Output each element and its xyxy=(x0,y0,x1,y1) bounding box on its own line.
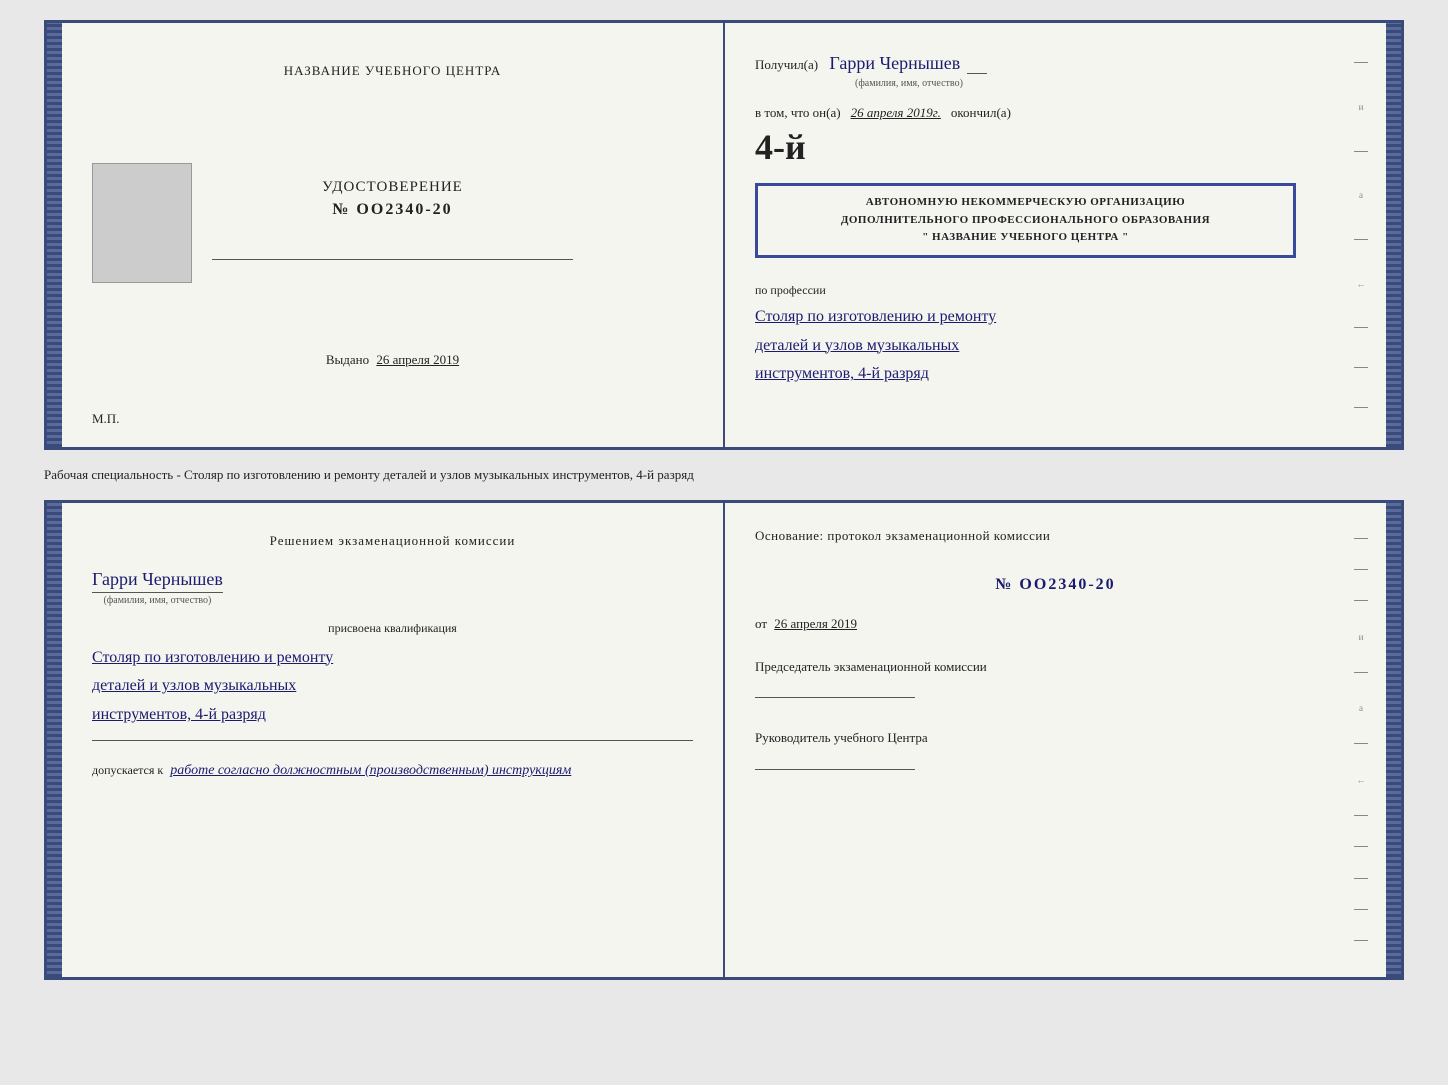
qual-line2: деталей и узлов музыкальных xyxy=(92,672,333,701)
photo-placeholder xyxy=(92,163,192,283)
decor-char-i: и xyxy=(1359,102,1364,112)
decor-char-left: ← xyxy=(1357,279,1366,289)
stamp-line3: " НАЗВАНИЕ УЧЕБНОГО ЦЕНТРА " xyxy=(770,229,1281,247)
protocol-date: 26 апреля 2019 xyxy=(774,616,857,631)
grade-big: 4-й xyxy=(755,126,806,168)
decor2-line-4 xyxy=(1354,672,1368,673)
stamp-box: АВТОНОМНУЮ НЕКОММЕРЧЕСКУЮ ОРГАНИЗАЦИЮ ДО… xyxy=(755,183,1296,258)
bottom-document: Решением экзаменационной комиссии Гарри … xyxy=(44,500,1404,980)
chair-label: Председатель экзаменационной комиссии xyxy=(755,657,1356,678)
cert-number: № OO2340-20 xyxy=(332,201,452,219)
bottom-doc-right-page: Основание: протокол экзаменационной коми… xyxy=(725,503,1386,977)
divider1 xyxy=(212,259,573,260)
received-line: Получил(а) Гарри Чернышев (фамилия, имя,… xyxy=(755,53,1356,90)
head-block: Руководитель учебного Центра xyxy=(755,728,1356,770)
profession-line1: Столяр по изготовлению и ремонту xyxy=(755,303,1356,332)
vtom-label: в том, что он(а) xyxy=(755,105,841,121)
assigned-label: присвоена квалификация xyxy=(92,621,693,636)
vtom-line: в том, что он(а) 26 апреля 2019г. окончи… xyxy=(755,105,1356,121)
grade-line: 4-й xyxy=(755,126,1356,168)
date-prefix: от xyxy=(755,616,767,631)
basis-label: Основание: протокол экзаменационной коми… xyxy=(755,523,1356,549)
decor2-line-8 xyxy=(1354,878,1368,879)
admitted-label: допускается к xyxy=(92,763,163,777)
head-label: Руководитель учебного Центра xyxy=(755,728,1356,749)
decor-line-4 xyxy=(1354,327,1368,328)
issued-line: Выдано 26 апреля 2019 xyxy=(326,352,459,368)
qual-text-block: Столяр по изготовлению и ремонту деталей… xyxy=(92,644,333,730)
binding-right-bottom xyxy=(1386,503,1401,977)
decor2-char-i: и xyxy=(1359,632,1364,642)
received-label: Получил(а) xyxy=(755,57,818,72)
finished-label: окончил(а) xyxy=(951,105,1011,121)
decor-line-1 xyxy=(1354,62,1368,63)
stamp-line2: ДОПОЛНИТЕЛЬНОГО ПРОФЕССИОНАЛЬНОГО ОБРАЗО… xyxy=(770,212,1281,230)
decor2-line-3 xyxy=(1354,600,1368,601)
protocol-number: № OO2340-20 xyxy=(995,576,1115,593)
decor2-line-10 xyxy=(1354,940,1368,941)
chair-signature xyxy=(755,697,915,698)
decor2-line-7 xyxy=(1354,846,1368,847)
caption-label: Рабочая специальность - Столяр по изгото… xyxy=(44,467,694,482)
admitted-text: работе согласно должностным (производств… xyxy=(170,763,571,778)
decor-line-6 xyxy=(1354,407,1368,408)
qual-line3: инструментов, 4-й разряд xyxy=(92,701,333,730)
profession-line3: инструментов, 4-й разряд xyxy=(755,360,1356,389)
bottom-name-sublabel: (фамилия, имя, отчество) xyxy=(92,595,223,606)
bottom-divider2 xyxy=(92,740,693,741)
decor-line-2 xyxy=(1354,151,1368,152)
recipient-name: Гарри Чернышев xyxy=(829,53,960,73)
bottom-doc-left-page: Решением экзаменационной комиссии Гарри … xyxy=(62,503,725,977)
protocol-date-line: от 26 апреля 2019 xyxy=(755,611,1356,637)
org-title: НАЗВАНИЕ УЧЕБНОГО ЦЕНТРА xyxy=(284,63,501,79)
admitted-block: допускается к работе согласно должностны… xyxy=(92,763,571,779)
decor2-line-9 xyxy=(1354,909,1368,910)
issued-label: Выдано xyxy=(326,352,369,367)
decor2-line-6 xyxy=(1354,815,1368,816)
profession-line2: деталей и узлов музыкальных xyxy=(755,332,1356,361)
bottom-person-name: Гарри Чернышев xyxy=(92,569,223,589)
bottom-person-block: Гарри Чернышев (фамилия, имя, отчество) xyxy=(92,569,223,606)
top-document: НАЗВАНИЕ УЧЕБНОГО ЦЕНТРА УДОСТОВЕРЕНИЕ №… xyxy=(44,20,1404,450)
decor-char-a: а xyxy=(1359,190,1363,200)
binding-left-top xyxy=(47,23,62,447)
decor2-char-a: а xyxy=(1359,703,1363,713)
bottom-name-divider xyxy=(92,592,223,593)
decor2-line-5 xyxy=(1354,743,1368,744)
binding-left-bottom xyxy=(47,503,62,977)
completed-date: 26 апреля 2019г. xyxy=(851,105,941,121)
right-side-decor: и а ← xyxy=(1351,43,1371,427)
issued-date: 26 апреля 2019 xyxy=(376,352,459,367)
name-sublabel-top: (фамилия, имя, отчество) xyxy=(855,78,963,89)
top-doc-right-page: Получил(а) Гарри Чернышев (фамилия, имя,… xyxy=(725,23,1386,447)
binding-right-top xyxy=(1386,23,1401,447)
cert-label: УДОСТОВЕРЕНИЕ xyxy=(322,179,463,196)
stamp-line1: АВТОНОМНУЮ НЕКОММЕРЧЕСКУЮ ОРГАНИЗАЦИЮ xyxy=(770,194,1281,212)
right-side-decor-bottom: и а ← xyxy=(1351,523,1371,957)
profession-label: по профессии xyxy=(755,283,1356,298)
decor-line-5 xyxy=(1354,367,1368,368)
basis-block: Основание: протокол экзаменационной коми… xyxy=(755,523,1356,637)
decor2-char-left: ← xyxy=(1357,775,1366,785)
qual-line1: Столяр по изготовлению и ремонту xyxy=(92,644,333,673)
head-signature xyxy=(755,769,915,770)
profession-text-block: Столяр по изготовлению и ремонту деталей… xyxy=(755,303,1356,389)
chair-block: Председатель экзаменационной комиссии xyxy=(755,657,1356,699)
top-doc-left-page: НАЗВАНИЕ УЧЕБНОГО ЦЕНТРА УДОСТОВЕРЕНИЕ №… xyxy=(62,23,725,447)
protocol-number-block: № OO2340-20 xyxy=(755,569,1356,601)
decor2-line-1 xyxy=(1354,538,1368,539)
mp-label: М.П. xyxy=(92,411,119,427)
name-underline xyxy=(967,73,987,74)
decision-title: Решением экзаменационной комиссии xyxy=(92,533,693,549)
caption-text: Рабочая специальность - Столяр по изгото… xyxy=(44,460,1404,490)
decor-line-3 xyxy=(1354,239,1368,240)
decor2-line-2 xyxy=(1354,569,1368,570)
